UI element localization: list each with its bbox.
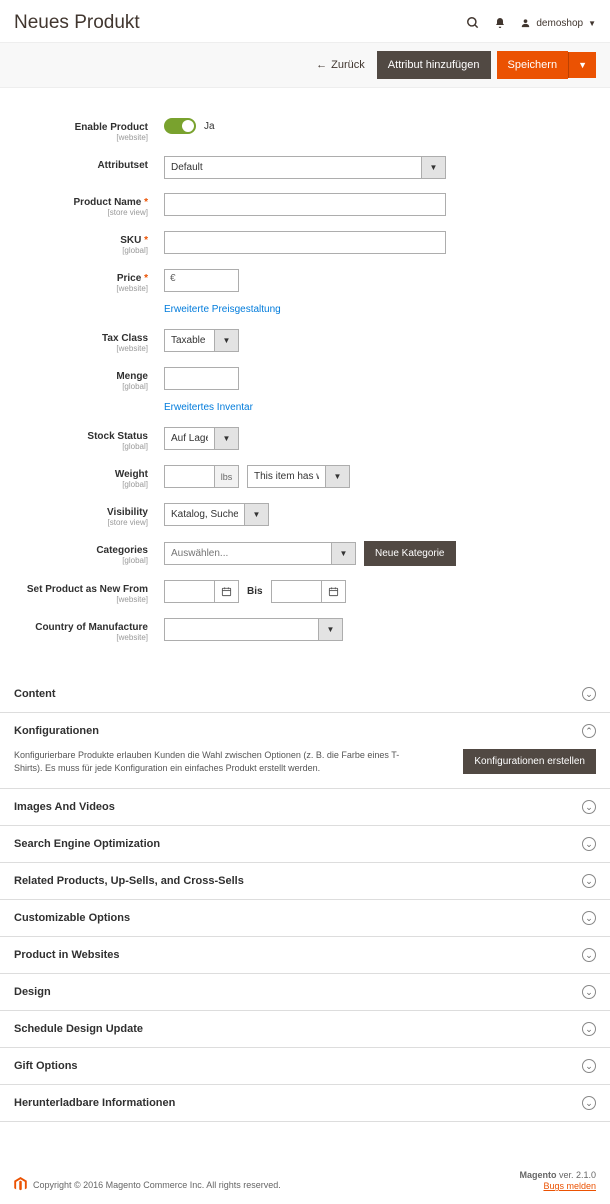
page-header: Neues Produkt demoshop ▼ [0,0,610,42]
price-label: Price * [14,273,148,284]
user-icon [520,17,531,29]
currency-symbol: € [170,273,176,284]
config-description: Konfigurierbare Produkte erlauben Kunden… [14,749,404,774]
expand-icon: ⌄ [582,1096,596,1110]
product-form: Enable Product [website] Ja Attributset … [0,88,610,676]
visibility-select[interactable]: ▼ [164,503,269,526]
new-to-input[interactable] [271,580,322,603]
header-toolbar: demoshop ▼ [466,16,596,30]
arrow-left-icon: ← [316,59,327,71]
product-name-input[interactable] [164,193,446,216]
chevron-down-icon: ▼ [332,542,356,565]
name-label: Product Name * [14,197,148,208]
section-downloadable: Herunterladbare Informationen ⌄ [0,1085,610,1122]
section-schedule-design: Schedule Design Update ⌄ [0,1011,610,1048]
chevron-down-icon: ▼ [245,503,269,526]
enable-value: Ja [204,121,215,132]
collapse-icon: ⌃ [582,724,596,738]
chevron-down-icon: ▼ [319,618,343,641]
page-title: Neues Produkt [14,12,140,34]
expand-icon: ⌄ [582,1059,596,1073]
advanced-inventory-link[interactable]: Erweitertes Inventar [164,402,253,413]
calendar-icon[interactable] [215,580,239,603]
back-button[interactable]: ← Zurück [316,59,365,71]
section-configurations: Konfigurationen ⌃ Konfigurierbare Produk… [0,713,610,789]
tax-class-value[interactable] [164,329,215,352]
expand-icon: ⌄ [582,948,596,962]
expand-icon: ⌄ [582,874,596,888]
section-websites: Product in Websites ⌄ [0,937,610,974]
categories-select[interactable]: ▼ [164,542,356,565]
qty-input[interactable] [164,367,239,390]
search-icon[interactable] [466,16,480,30]
advanced-pricing-link[interactable]: Erweiterte Preisgestaltung [164,304,281,315]
weight-input[interactable] [164,465,215,488]
magento-logo-icon [14,1177,27,1192]
chevron-down-icon: ▼ [422,156,446,179]
section-related: Related Products, Up-Sells, and Cross-Se… [0,863,610,900]
attrset-input[interactable] [164,156,422,179]
report-bugs-link[interactable]: Bugs melden [543,1181,596,1191]
section-design: Design ⌄ [0,974,610,1011]
new-from-input[interactable] [164,580,215,603]
weight-unit: lbs [215,465,239,488]
has-weight-select[interactable]: ▼ [247,465,350,488]
section-gift-options: Gift Options ⌄ [0,1048,610,1085]
tax-label: Tax Class [14,333,148,344]
expand-icon: ⌄ [582,911,596,925]
section-content: Content ⌄ [0,676,610,713]
expand-icon: ⌄ [582,1022,596,1036]
chevron-down-icon: ▼ [588,19,596,28]
expand-icon: ⌄ [582,837,596,851]
stock-label: Stock Status [14,431,148,442]
username: demoshop [536,18,583,29]
enable-label: Enable Product [14,122,148,133]
save-button[interactable]: Speichern [497,51,569,79]
add-attribute-button[interactable]: Attribut hinzufügen [377,51,491,79]
chevron-down-icon: ▼ [326,465,350,488]
section-customizable-options: Customizable Options ⌄ [0,900,610,937]
page-footer: Copyright © 2016 Magento Commerce Inc. A… [0,1152,610,1204]
country-select[interactable]: ▼ [164,618,343,641]
chevron-down-icon: ▼ [215,427,239,450]
calendar-icon[interactable] [322,580,346,603]
section-images: Images And Videos ⌄ [0,789,610,826]
copyright: Copyright © 2016 Magento Commerce Inc. A… [33,1180,281,1190]
cat-label: Categories [14,545,148,556]
action-bar: ← Zurück Attribut hinzufügen Speichern ▼ [0,42,610,88]
country-label: Country of Manufacture [14,622,148,633]
to-label: Bis [247,586,263,597]
vis-label: Visibility [14,507,148,518]
sku-label: SKU * [14,235,148,246]
attrset-label: Attributset [14,160,148,171]
attrset-select[interactable]: ▼ [164,156,446,179]
newfrom-label: Set Product as New From [14,584,148,595]
chevron-down-icon: ▼ [215,329,239,352]
qty-label: Menge [14,371,148,382]
stock-status-value[interactable] [164,427,215,450]
expand-icon: ⌄ [582,800,596,814]
weight-label: Weight [14,469,148,480]
create-configurations-button[interactable]: Konfigurationen erstellen [463,749,596,774]
expand-icon: ⌄ [582,985,596,999]
stock-status-select[interactable]: ▼ [164,427,239,450]
notifications-icon[interactable] [494,16,506,30]
section-seo: Search Engine Optimization ⌄ [0,826,610,863]
expand-icon: ⌄ [582,687,596,701]
sku-input[interactable] [164,231,446,254]
tax-class-select[interactable]: ▼ [164,329,239,352]
new-category-button[interactable]: Neue Kategorie [364,541,456,566]
user-menu[interactable]: demoshop ▼ [520,17,596,29]
save-dropdown-button[interactable]: ▼ [568,52,596,78]
enable-product-toggle[interactable] [164,118,196,134]
